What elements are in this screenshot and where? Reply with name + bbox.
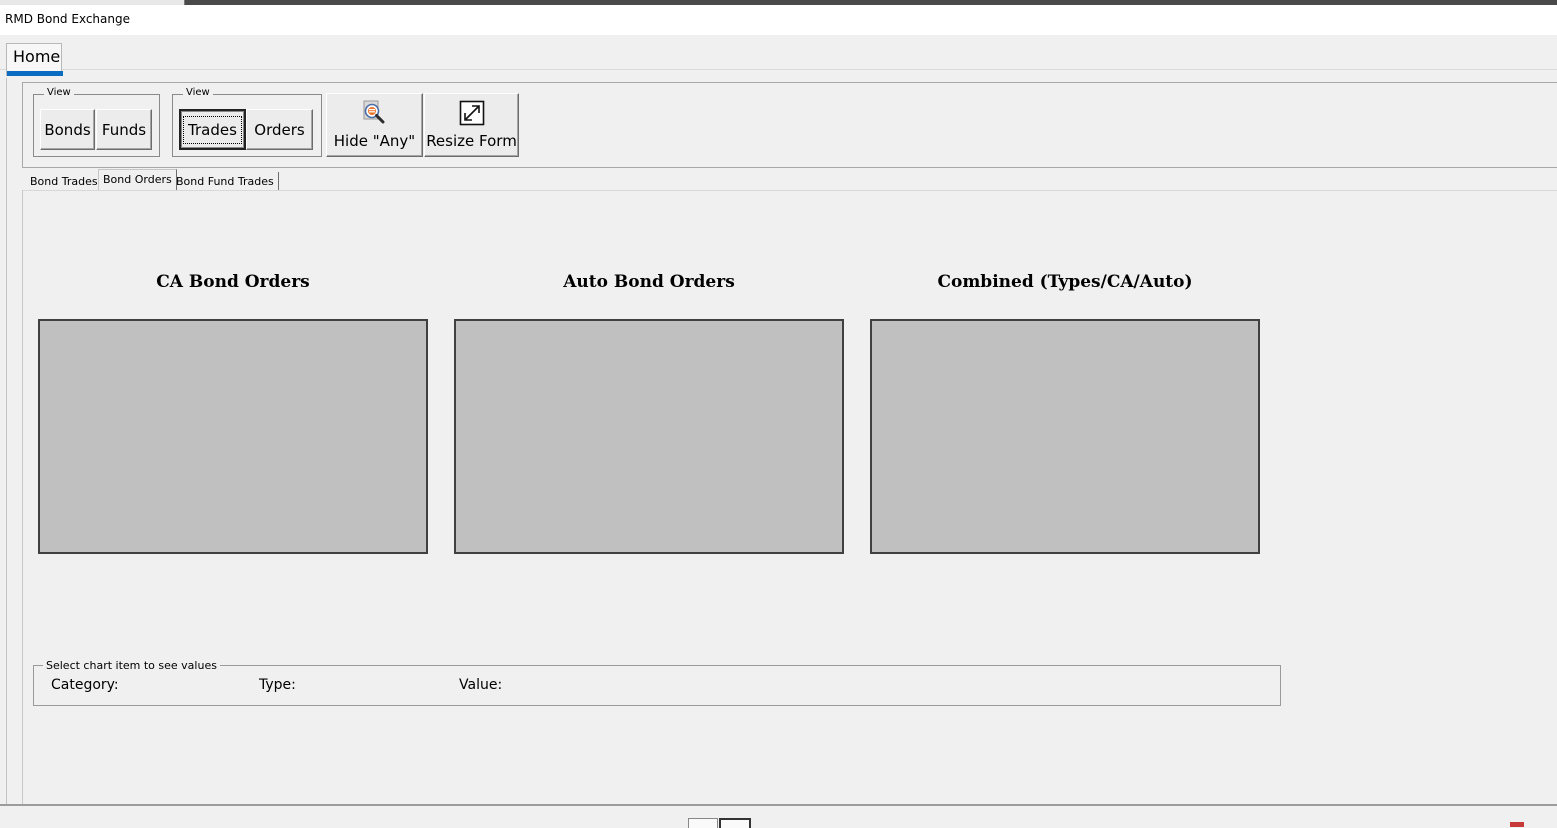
- chart-combined[interactable]: [870, 319, 1260, 554]
- chart-auto-bond-orders[interactable]: [454, 319, 844, 554]
- active-tab-indicator: [7, 71, 63, 76]
- values-panel-label: Select chart item to see values: [43, 659, 220, 672]
- tab-bond-orders[interactable]: Bond Orders: [98, 169, 177, 191]
- funds-button-label: Funds: [101, 120, 147, 139]
- tab-bond-fund-trades[interactable]: Bond Fund Trades: [172, 172, 279, 191]
- left-border: [6, 78, 7, 804]
- funds-button[interactable]: Funds: [96, 109, 152, 150]
- chart-values-panel: Select chart item to see values Category…: [33, 659, 1281, 706]
- ribbon-tab-strip: [0, 35, 1557, 70]
- resize-form-label: Resize Form: [426, 132, 517, 150]
- title-bar: RMD Bond Exchange: [0, 5, 1557, 35]
- tab-bond-trades[interactable]: Bond Trades: [26, 172, 102, 191]
- orders-button-label: Orders: [254, 120, 305, 139]
- chart-title-ca: CA Bond Orders: [156, 272, 310, 292]
- category-label: Category:: [51, 677, 119, 693]
- chart-ca-bond-orders[interactable]: [38, 319, 428, 554]
- view-group-label: View: [183, 87, 213, 98]
- window-title: RMD Bond Exchange: [5, 12, 130, 26]
- magnifier-filter-icon: [362, 100, 388, 130]
- type-label: Type:: [259, 677, 296, 693]
- chart-title-auto: Auto Bond Orders: [563, 272, 735, 292]
- value-label: Value:: [459, 677, 503, 693]
- resize-form-button[interactable]: Resize Form: [424, 93, 519, 157]
- trades-button-label: Trades: [183, 115, 242, 144]
- orders-button[interactable]: Orders: [246, 109, 313, 150]
- bonds-button[interactable]: Bonds: [40, 109, 95, 150]
- hide-any-button[interactable]: Hide "Any": [326, 93, 423, 157]
- hide-any-label: Hide "Any": [333, 132, 416, 150]
- resize-icon: [459, 100, 485, 130]
- ribbon-tab-home-label: Home: [13, 47, 61, 66]
- bonds-button-label: Bonds: [44, 120, 91, 139]
- chart-title-combined: Combined (Types/CA/Auto): [937, 272, 1193, 292]
- view-group-label: View: [44, 87, 74, 98]
- trades-button[interactable]: Trades: [179, 109, 246, 150]
- status-indicator-icon: [1510, 822, 1524, 827]
- status-bar: [0, 806, 1557, 828]
- ribbon-tab-home[interactable]: Home: [6, 43, 63, 76]
